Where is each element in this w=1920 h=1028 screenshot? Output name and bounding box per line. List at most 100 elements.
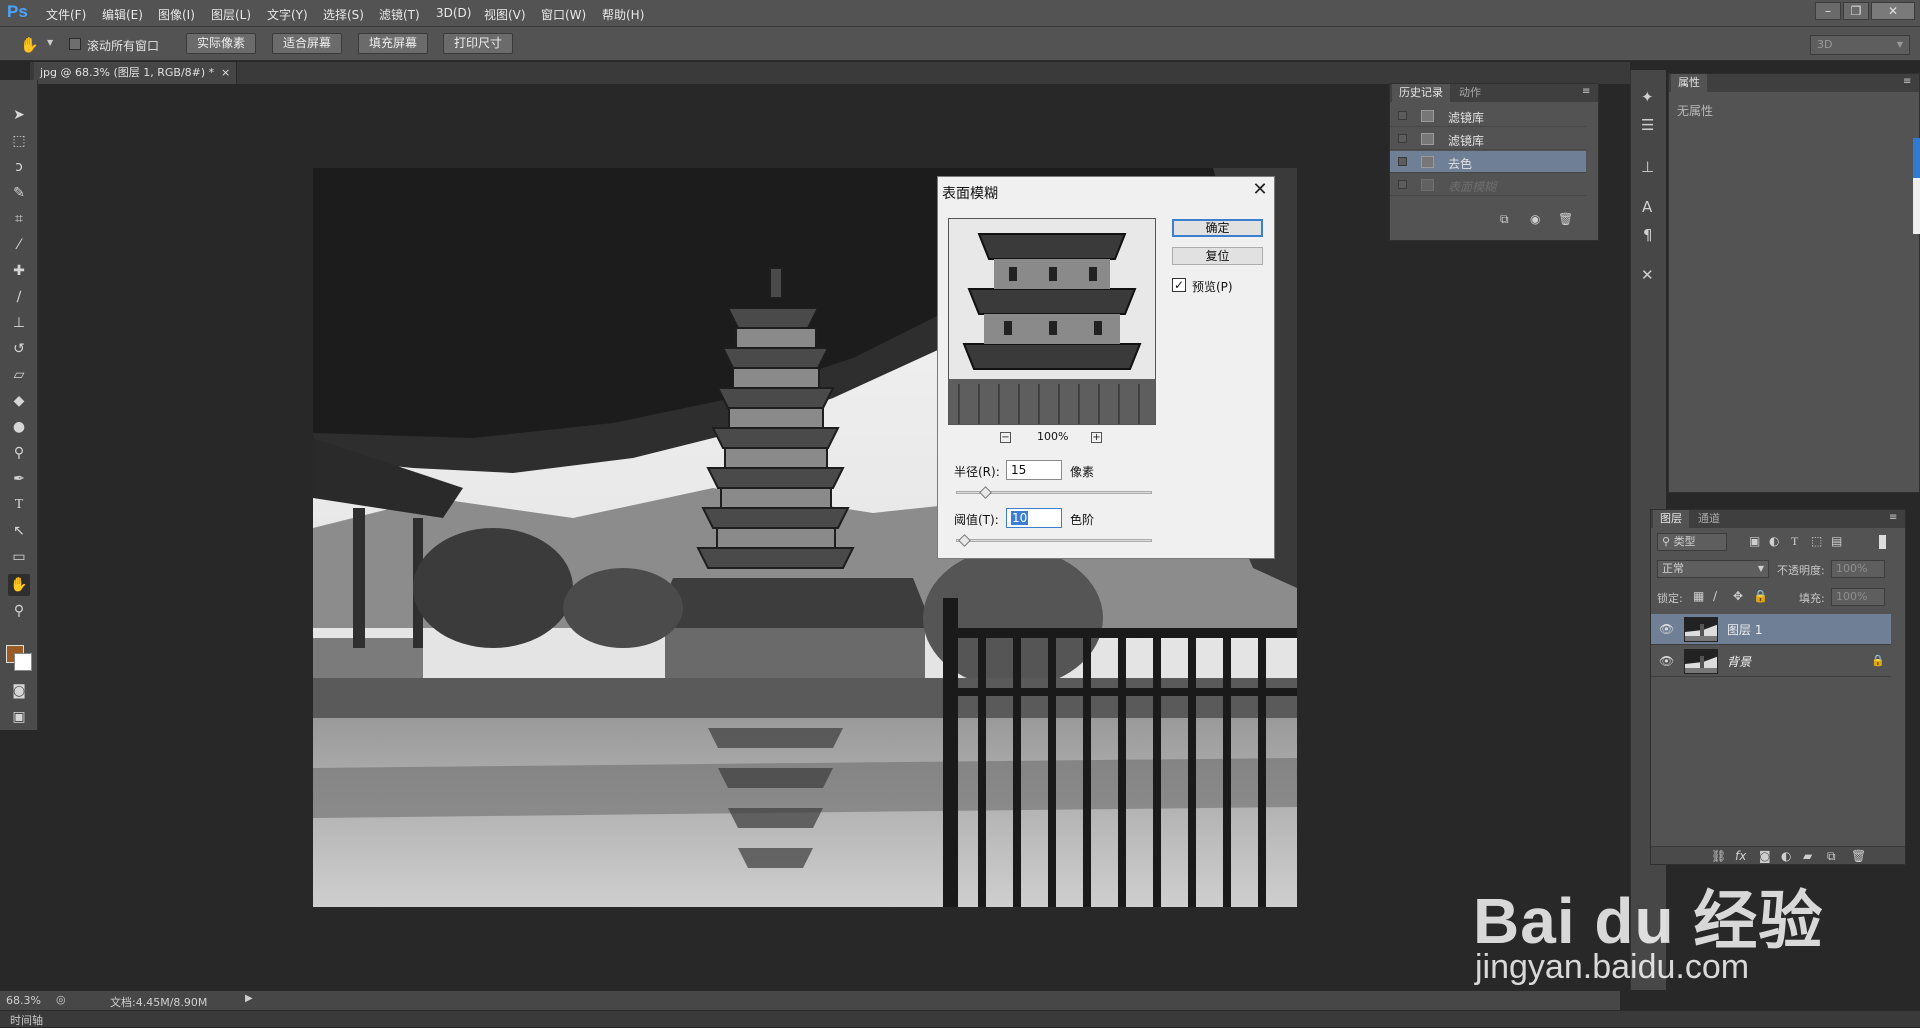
panel-menu-icon[interactable]: ≡	[1903, 76, 1911, 87]
close-icon[interactable]: ✕	[1248, 179, 1272, 203]
pen-icon[interactable]: ✒	[8, 468, 30, 490]
close-button[interactable]: ✕	[1871, 2, 1915, 20]
hand-tool-icon[interactable]: ✋	[20, 36, 39, 54]
preview-checkbox[interactable]: ✓	[1172, 278, 1186, 292]
threshold-slider[interactable]	[956, 539, 1152, 542]
filter-adjust-icon[interactable]: ◐	[1769, 534, 1779, 548]
mask-icon[interactable]: ◙	[1759, 849, 1771, 863]
menu-select[interactable]: 选择(S)	[323, 6, 364, 23]
visibility-eye-icon[interactable]: 👁	[1659, 622, 1674, 636]
fit-screen-button[interactable]: 适合屏幕	[272, 33, 343, 54]
tab-actions[interactable]: 动作	[1452, 84, 1488, 102]
filter-preview[interactable]	[948, 218, 1156, 425]
lock-position-icon[interactable]: ✥	[1733, 589, 1743, 603]
filter-toggle[interactable]	[1879, 535, 1886, 549]
crop-icon[interactable]: ⌗	[8, 208, 30, 230]
lock-pixels-icon[interactable]: ∕	[1713, 589, 1717, 603]
layer-row[interactable]: 👁 背景 🔒	[1651, 646, 1891, 677]
document-tab[interactable]: jpg @ 68.3% (图层 1, RGB/8#) * ×	[34, 62, 238, 84]
marquee-icon[interactable]: ⬚	[8, 130, 30, 152]
dodge-icon[interactable]: ⚲	[8, 442, 30, 464]
filter-smart-icon[interactable]: ▤	[1831, 534, 1842, 548]
path-select-icon[interactable]: ↖	[8, 520, 30, 542]
type-icon[interactable]: T	[8, 494, 30, 516]
history-item-dimmed[interactable]: 表面模糊	[1390, 174, 1586, 196]
healing-icon[interactable]: ✚	[8, 260, 30, 282]
threshold-slider-thumb[interactable]	[957, 534, 971, 547]
share-icon[interactable]: ◎	[56, 993, 66, 1006]
zoom-level[interactable]: 68.3%	[6, 994, 41, 1007]
opacity-input[interactable]: 100%	[1831, 560, 1885, 578]
eyedropper-icon[interactable]: ⁄	[8, 234, 30, 256]
menu-layer[interactable]: 图层(L)	[211, 6, 251, 23]
history-source-box[interactable]	[1398, 134, 1407, 143]
blur-icon[interactable]: ●	[8, 416, 30, 438]
history-item[interactable]: 滤镜库	[1390, 128, 1586, 150]
layer-filter-select[interactable]: ⚲ 类型	[1657, 533, 1727, 551]
new-layer-icon[interactable]: ⧉	[1827, 849, 1836, 864]
chevron-down-icon[interactable]: ▼	[47, 38, 53, 47]
menu-window[interactable]: 窗口(W)	[541, 6, 586, 23]
link-icon[interactable]: ⛓	[1711, 849, 1726, 863]
history-source-box[interactable]	[1398, 111, 1407, 120]
fill-screen-button[interactable]: 填充屏幕	[358, 33, 429, 54]
zoom-in-button[interactable]: +	[1091, 432, 1102, 443]
workspace-select[interactable]: 3D ▼	[1810, 35, 1910, 55]
panel-menu-icon[interactable]: ≡	[1582, 86, 1590, 97]
scrollbar-thumb[interactable]	[1913, 138, 1920, 178]
history-item-selected[interactable]: 去色	[1390, 151, 1586, 173]
menu-edit[interactable]: 编辑(E)	[102, 6, 143, 23]
zoom-icon[interactable]: ⚲	[8, 600, 30, 622]
history-item[interactable]: 滤镜库	[1390, 105, 1586, 127]
adjustments-icon[interactable]: ☰	[1641, 116, 1654, 134]
menu-type[interactable]: 文字(Y)	[267, 6, 308, 23]
radius-input[interactable]: 15	[1006, 460, 1062, 480]
fill-icon[interactable]: ◆	[8, 390, 30, 412]
quick-mask-icon[interactable]: ◙	[8, 680, 30, 702]
fill-input[interactable]: 100%	[1831, 588, 1885, 606]
stamp-icon[interactable]: ⊥	[8, 312, 30, 334]
tool-presets-icon[interactable]: ✕	[1641, 266, 1654, 284]
lock-all-icon[interactable]: 🔒	[1753, 589, 1768, 603]
menu-view[interactable]: 视图(V)	[484, 6, 526, 23]
threshold-input[interactable]: 10	[1006, 508, 1062, 528]
filter-type-icon[interactable]: T	[1791, 534, 1798, 549]
history-source-box[interactable]	[1398, 180, 1407, 189]
move-icon[interactable]: ➤	[8, 104, 30, 126]
fx-icon[interactable]: fx	[1735, 849, 1746, 863]
visibility-eye-icon[interactable]: 👁	[1659, 654, 1674, 668]
blend-mode-select[interactable]: 正常 ▼	[1657, 560, 1769, 578]
minimize-button[interactable]: –	[1815, 2, 1841, 20]
background-color-swatch[interactable]	[14, 653, 32, 671]
screen-mode-icon[interactable]: ▣	[8, 706, 30, 728]
brush-icon[interactable]: ∕	[8, 286, 30, 308]
eraser-icon[interactable]: ▱	[8, 364, 30, 386]
play-icon[interactable]: ▶	[245, 993, 253, 1004]
history-source-box[interactable]	[1398, 157, 1407, 166]
shape-icon[interactable]: ▭	[8, 546, 30, 568]
reset-button[interactable]: 复位	[1172, 247, 1263, 265]
scroll-all-checkbox[interactable]	[69, 38, 81, 50]
adjustment-layer-icon[interactable]: ◐	[1781, 849, 1791, 863]
scrollbar-track[interactable]	[1913, 178, 1920, 234]
group-folder-icon[interactable]: ▰	[1803, 849, 1812, 863]
trash-icon[interactable]: 🗑	[1558, 212, 1573, 226]
filter-pixel-icon[interactable]: ▣	[1749, 534, 1760, 548]
timeline-label[interactable]: 时间轴	[10, 1012, 43, 1028]
trash-icon[interactable]: 🗑	[1851, 849, 1866, 863]
filter-shape-icon[interactable]: ⬚	[1811, 534, 1822, 548]
layer-row-selected[interactable]: 👁 图层 1	[1651, 614, 1891, 645]
lock-transparent-icon[interactable]: ▦	[1693, 589, 1704, 603]
close-icon[interactable]: ×	[221, 62, 230, 84]
ok-button[interactable]: 确定	[1172, 219, 1263, 237]
brush-preset-icon[interactable]: ✦	[1641, 88, 1654, 106]
character-icon[interactable]: A	[1642, 198, 1652, 216]
tab-properties[interactable]: 属性	[1671, 74, 1707, 92]
menu-image[interactable]: 图像(I)	[158, 6, 195, 23]
hand-icon[interactable]: ✋	[8, 574, 30, 596]
menu-file[interactable]: 文件(F)	[46, 6, 86, 23]
menu-filter[interactable]: 滤镜(T)	[379, 6, 420, 23]
paragraph-icon[interactable]: ¶	[1643, 226, 1653, 244]
history-brush-icon[interactable]: ↺	[8, 338, 30, 360]
panel-menu-icon[interactable]: ≡	[1889, 512, 1897, 523]
